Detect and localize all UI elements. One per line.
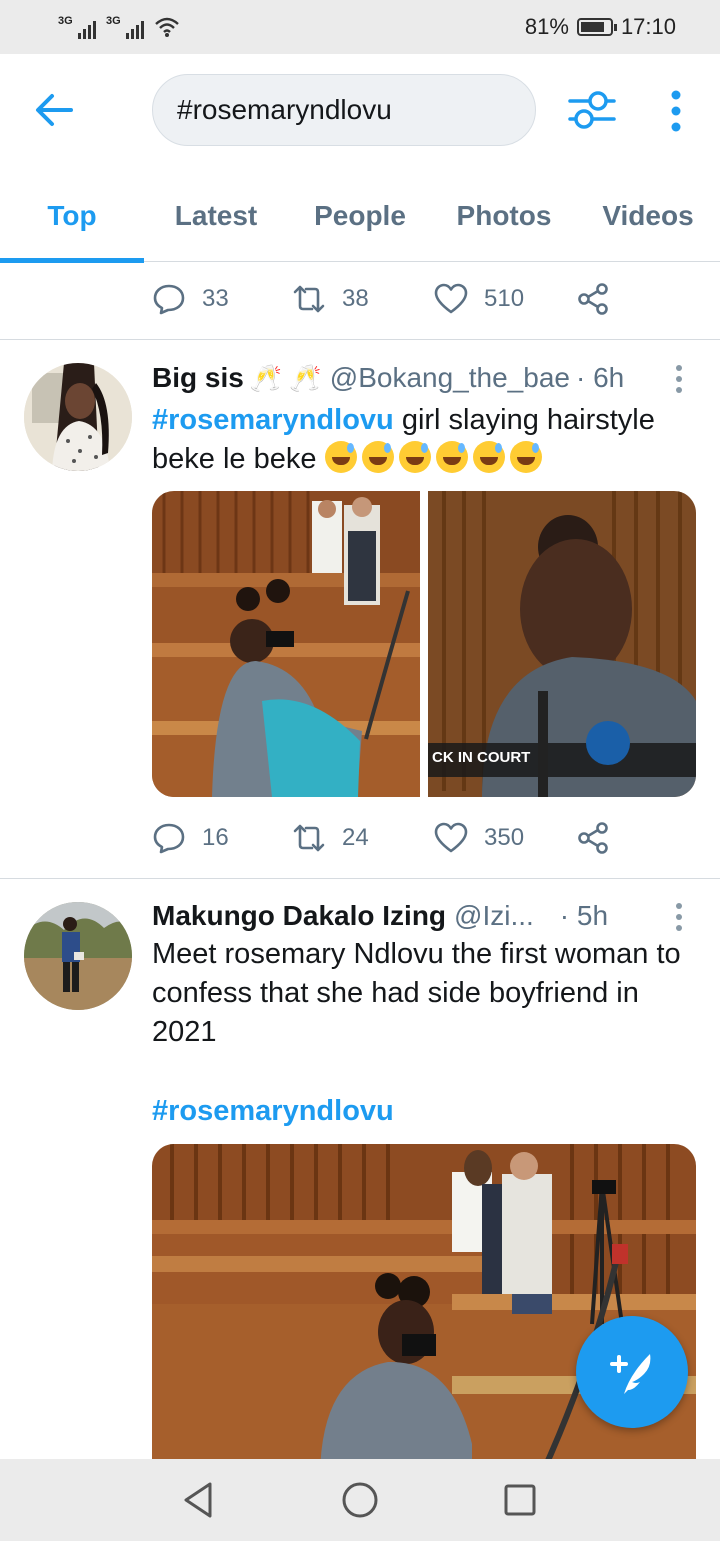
network-type-label: 3G: [106, 15, 121, 27]
status-bar: 3G 3G 81% 17:10: [0, 0, 720, 54]
reply-icon: [153, 823, 185, 854]
battery-percent: 81%: [524, 14, 569, 39]
like-button[interactable]: 510: [434, 282, 576, 316]
clock: 17:10: [620, 14, 676, 39]
tab-latest[interactable]: Latest: [144, 170, 288, 262]
battery-icon: [576, 18, 617, 36]
grinning-sweat-emoji-icon: [361, 441, 394, 473]
grinning-sweat-emoji-icon: [398, 441, 431, 473]
battery-level: [580, 22, 604, 32]
nav-recents-icon[interactable]: [498, 1478, 542, 1522]
retweet-icon: [293, 285, 325, 313]
avatar-photo: [24, 363, 132, 471]
tweet-media[interactable]: CK IN COURT: [152, 491, 696, 797]
tweet-action-bar: 16 24 350: [152, 818, 610, 858]
tweet-time: · 5h: [559, 900, 609, 931]
hashtag-link[interactable]: #rosemaryndlovu: [152, 404, 394, 436]
court-photo: [152, 491, 696, 797]
tweet-text: #rosemaryndlovu girl slaying hairstyle b…: [152, 401, 702, 479]
nav-back-icon[interactable]: [178, 1478, 222, 1522]
twitter-search-screen: 3G 3G 81% 17:10 #rosemaryndlovu Top Late…: [0, 0, 720, 1541]
wifi-icon: [155, 17, 179, 37]
tweet-action-bar: 33 38 510: [152, 279, 610, 319]
name-emoji: 🥂 🥂: [249, 363, 322, 393]
tab-videos[interactable]: Videos: [576, 170, 720, 262]
tab-photos[interactable]: Photos: [432, 170, 576, 262]
divider: [0, 339, 720, 340]
avatar[interactable]: [24, 902, 132, 1010]
media-caption: CK IN COURT: [432, 749, 531, 766]
reply-button[interactable]: 33: [152, 282, 292, 316]
author-name[interactable]: Big sis: [152, 362, 244, 394]
sliders-icon[interactable]: [568, 88, 616, 132]
tweet-header: Big sis 🥂 🥂 @Bokang_the_bae · 6h: [152, 362, 624, 394]
retweet-button[interactable]: 38: [292, 282, 434, 316]
retweet-button[interactable]: 24: [292, 821, 434, 855]
retweet-count: 38: [342, 285, 369, 312]
avatar-photo: [24, 902, 132, 1010]
share-button[interactable]: [576, 821, 610, 855]
divider: [0, 878, 720, 879]
avatar[interactable]: [24, 363, 132, 471]
share-button[interactable]: [576, 282, 610, 316]
reply-count: 33: [202, 285, 229, 312]
grinning-sweat-emoji-icon: [324, 441, 357, 473]
hashtag-text[interactable]: #rosemaryndlovu: [152, 1095, 394, 1127]
tweet-menu-icon[interactable]: [672, 902, 686, 932]
vertical-dots-icon[interactable]: [664, 90, 688, 132]
reply-count: 16: [202, 824, 229, 851]
share-icon: [578, 822, 608, 854]
grinning-sweat-emoji-icon: [509, 441, 542, 473]
compose-tweet-button[interactable]: [576, 1316, 688, 1428]
search-header: #rosemaryndlovu: [0, 54, 720, 170]
arrow-left-icon[interactable]: [34, 92, 74, 128]
compose-feather-icon: [610, 1354, 651, 1394]
system-navigation-bar: [0, 1459, 720, 1541]
author-handle[interactable]: @Bokang_the_bae: [330, 362, 570, 394]
status-bar-right: 81% 17:10: [525, 14, 676, 40]
like-count: 510: [484, 285, 525, 312]
like-count: 350: [484, 824, 525, 851]
tab-people[interactable]: People: [288, 170, 432, 262]
network-type-label: 3G: [58, 15, 73, 27]
signal-strength-icon: 3G: [58, 15, 96, 39]
hashtag-link[interactable]: #rosemaryndlovu: [152, 1092, 702, 1131]
nav-home-icon[interactable]: [338, 1478, 382, 1522]
heart-icon: [434, 283, 468, 314]
tab-top[interactable]: Top: [0, 170, 144, 263]
tweet-menu-icon[interactable]: [672, 364, 686, 394]
share-icon: [578, 283, 608, 315]
author-name[interactable]: Makungo Dakalo Izing: [152, 900, 446, 932]
search-tabs: Top Latest People Photos Videos: [0, 170, 720, 263]
heart-icon: [434, 822, 468, 853]
search-input[interactable]: #rosemaryndlovu: [152, 74, 536, 146]
tweet-header: Makungo Dakalo Izing @Izi... · 5h: [152, 900, 608, 932]
reply-icon: [153, 284, 185, 315]
emoji-row: [324, 441, 547, 475]
grinning-sweat-emoji-icon: [472, 441, 505, 473]
retweet-count: 24: [342, 824, 369, 851]
reply-button[interactable]: 16: [152, 821, 292, 855]
grinning-sweat-emoji-icon: [435, 441, 468, 473]
retweet-icon: [293, 824, 325, 852]
signal-strength-icon: 3G: [106, 15, 144, 39]
author-handle[interactable]: @Izi...: [454, 900, 534, 932]
tweet-text: Meet rosemary Ndlovu the first woman to …: [152, 938, 681, 1048]
like-button[interactable]: 350: [434, 821, 576, 855]
tweet-time: · 6h: [575, 362, 625, 393]
status-bar-left: 3G 3G: [58, 15, 180, 39]
